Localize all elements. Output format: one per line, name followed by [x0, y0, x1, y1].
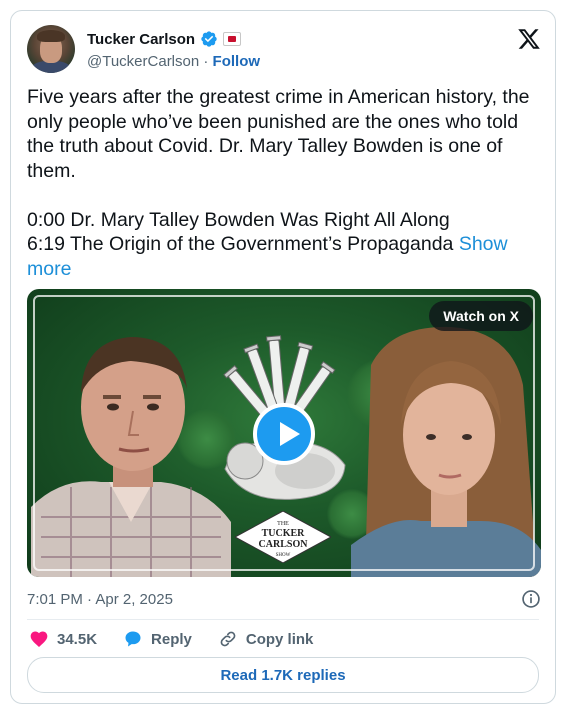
badge-line-1: THE: [277, 521, 289, 527]
badge-line-2: TUCKER: [262, 528, 306, 539]
info-icon[interactable]: [521, 589, 541, 609]
video-thumbnail[interactable]: THE TUCKER CARLSON SHOW Watch on X: [27, 289, 541, 577]
badge-line-3: CARLSON: [259, 539, 309, 550]
tweet-card: Tucker Carlson @TuckerCarlson · Follow F…: [10, 10, 556, 704]
heart-icon: [30, 631, 48, 647]
reply-bubble-icon: [125, 631, 141, 647]
author-avatar[interactable]: [27, 25, 75, 73]
badge-line-4: SHOW: [276, 553, 291, 558]
verified-badge-icon: [201, 31, 217, 47]
affiliate-badge-icon[interactable]: [223, 32, 242, 46]
copy-link-label: Copy link: [245, 630, 314, 648]
divider: [27, 619, 539, 620]
reply-label: Reply: [151, 630, 192, 648]
handle-separator: ·: [199, 53, 213, 70]
action-bar: 34.5K Reply Copy link: [29, 627, 339, 651]
tweet-text: Five years after the greatest crime in A…: [27, 85, 547, 281]
like-button[interactable]: 34.5K: [29, 629, 97, 649]
author-name[interactable]: Tucker Carlson: [87, 31, 195, 48]
author-handle[interactable]: @TuckerCarlson: [87, 53, 199, 70]
follow-button[interactable]: Follow: [213, 53, 261, 70]
tweet-timestamp[interactable]: 7:01 PM · Apr 2, 2025: [27, 591, 173, 608]
watch-on-x-button[interactable]: Watch on X: [429, 301, 533, 331]
author-name-row: Tucker Carlson: [87, 30, 242, 48]
link-icon: [220, 631, 236, 647]
x-logo-icon[interactable]: [517, 27, 541, 51]
handle-row: @TuckerCarlson · Follow: [87, 53, 260, 70]
play-button-icon[interactable]: [253, 403, 315, 465]
copy-link-button[interactable]: Copy link: [218, 629, 314, 649]
tweet-body: Five years after the greatest crime in A…: [27, 86, 530, 255]
read-replies-button[interactable]: Read 1.7K replies: [27, 657, 539, 693]
like-count: 34.5K: [57, 630, 98, 648]
tucker-carlson-show-badge: THE TUCKER CARLSON SHOW: [235, 511, 331, 563]
reply-button[interactable]: Reply: [123, 629, 192, 649]
